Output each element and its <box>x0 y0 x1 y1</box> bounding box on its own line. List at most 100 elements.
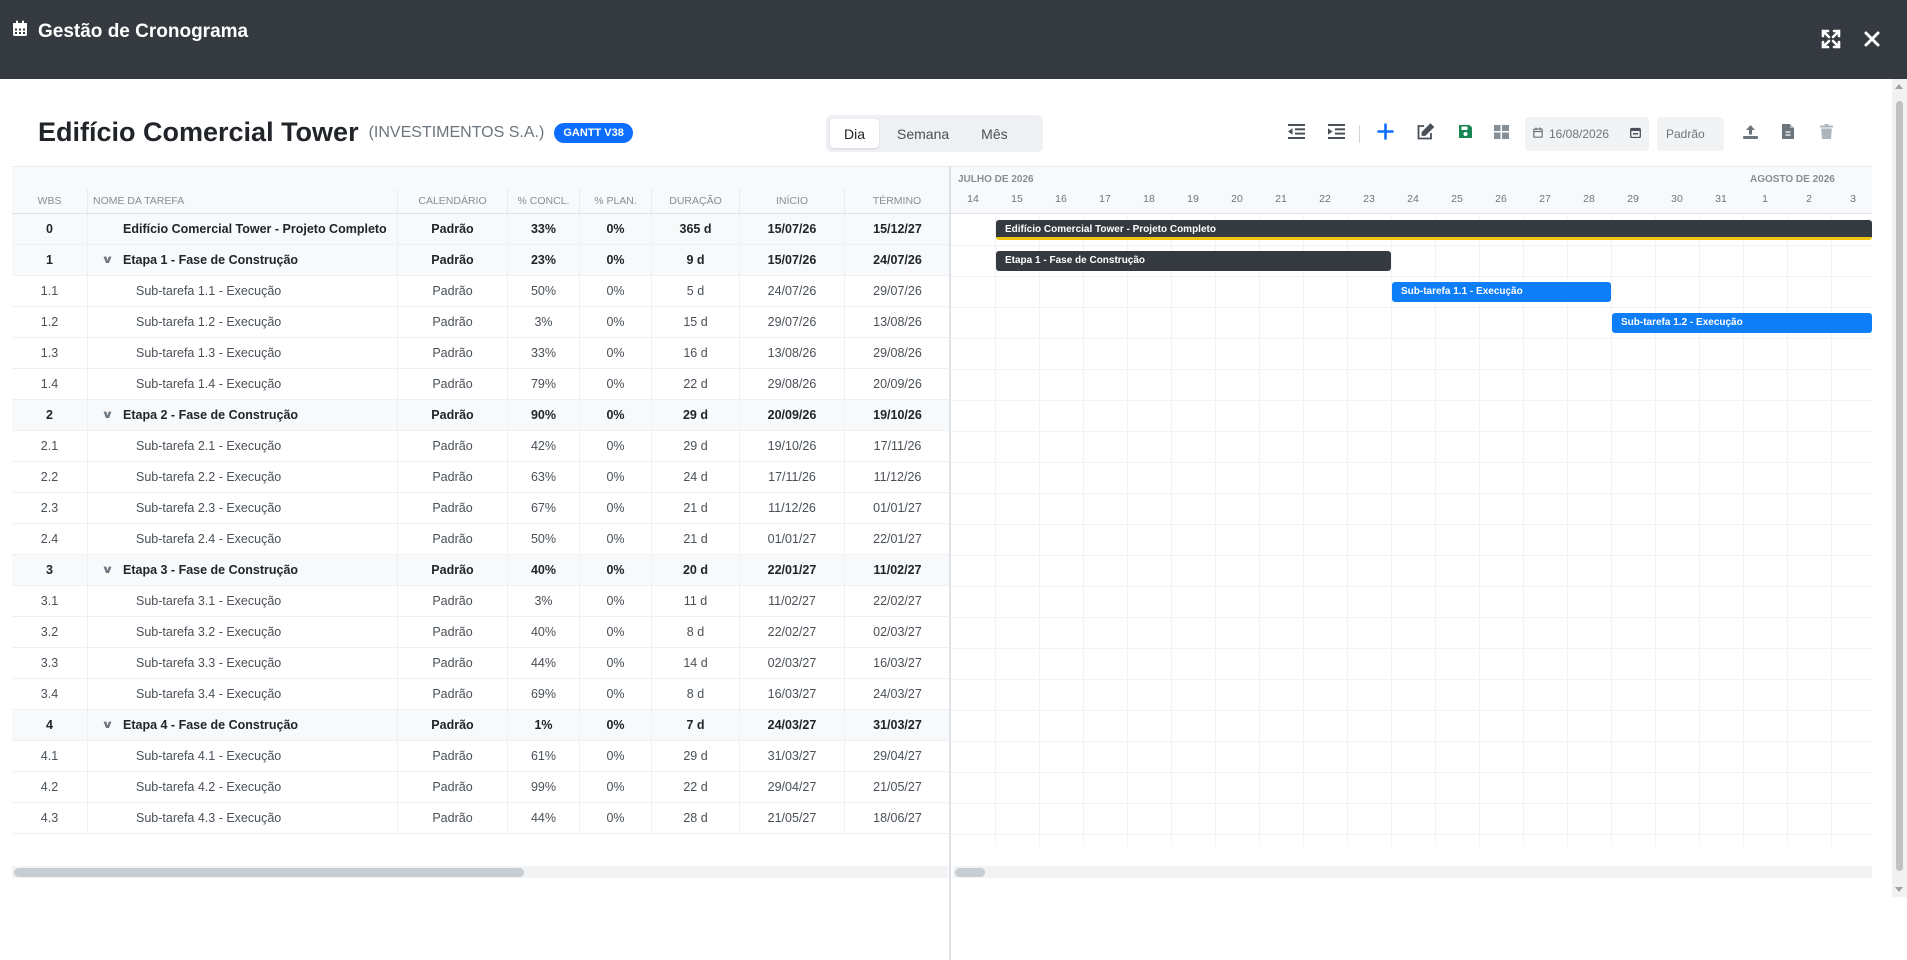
col-header-calendar[interactable]: CALENDÁRIO <box>398 189 508 213</box>
chevron-down-icon[interactable]: ∨ <box>101 245 114 275</box>
chevron-down-icon[interactable]: ∨ <box>101 400 114 430</box>
task-name: Sub-tarefa 3.3 - Execução <box>136 656 282 670</box>
task-name: Sub-tarefa 2.4 - Execução <box>136 532 282 546</box>
delete-button[interactable] <box>1810 116 1842 152</box>
cell-plan: 0% <box>580 214 652 244</box>
col-header-start[interactable]: INÍCIO <box>740 189 845 213</box>
expand-icon[interactable] <box>1820 28 1844 52</box>
col-header-pct[interactable]: % CONCL. <box>508 189 580 213</box>
phase-row[interactable]: 2 ∨ Etapa 2 - Fase de Construção Padrão 90% 0… <box>12 400 950 431</box>
cell-duration: 24 d <box>652 462 740 492</box>
table-row[interactable]: 3.4 Sub-tarefa 3.4 - Execução Padrão 69% 0% 8… <box>12 679 950 710</box>
gantt-scroll-thumb[interactable] <box>955 868 985 877</box>
chevron-down-icon[interactable]: ∨ <box>101 710 114 740</box>
grid-horizontal-scrollbar[interactable] <box>12 866 948 878</box>
calendar-select[interactable]: Padrão <box>1657 117 1724 151</box>
date-picker-icon[interactable] <box>1630 127 1641 141</box>
tab-mes[interactable]: Mês <box>967 119 1021 148</box>
gantt-horizontal-scrollbar[interactable] <box>953 866 1872 878</box>
phase-row[interactable]: 1 ∨ Etapa 1 - Fase de Construção Padrão 23% 0… <box>12 245 950 276</box>
cell-pct: 40% <box>508 617 580 647</box>
table-row[interactable]: 4.2 Sub-tarefa 4.2 - Execução Padrão 99% 0% 2… <box>12 772 950 803</box>
day-label: 20 <box>1231 193 1243 205</box>
day-gridline <box>1567 214 1568 846</box>
project-row[interactable]: 0 Edifício Comercial Tower - Projeto Comp… <box>12 214 950 245</box>
table-row[interactable]: 4.3 Sub-tarefa 4.3 - Execução Padrão 44% 0% 2… <box>12 803 950 834</box>
day-gridline <box>995 214 996 846</box>
layout-button[interactable] <box>1485 116 1517 152</box>
indent-button[interactable] <box>1320 116 1352 152</box>
phase-row[interactable]: 4 ∨ Etapa 4 - Fase de Construção Padrão 1% 0%… <box>12 710 950 741</box>
cell-calendar: Padrão <box>398 741 508 771</box>
tab-dia[interactable]: Dia <box>830 119 880 148</box>
table-row[interactable]: 3.3 Sub-tarefa 3.3 - Execução Padrão 44% 0% 1… <box>12 648 950 679</box>
col-header-end[interactable]: TÉRMINO <box>845 189 950 213</box>
close-icon[interactable] <box>1861 28 1885 52</box>
table-row[interactable]: 1.3 Sub-tarefa 1.3 - Execução Padrão 33% 0% 1… <box>12 338 950 369</box>
cell-calendar: Padrão <box>398 772 508 802</box>
project-client: (INVESTIMENTOS S.A.) <box>368 123 545 141</box>
cell-duration: 8 d <box>652 679 740 709</box>
cell-duration: 22 d <box>652 772 740 802</box>
table-row[interactable]: 4.1 Sub-tarefa 4.1 - Execução Padrão 61% 0% 2… <box>12 741 950 772</box>
save-icon <box>1458 124 1473 144</box>
cell-pct: 50% <box>508 524 580 554</box>
col-header-wbs[interactable]: WBS <box>12 189 88 213</box>
table-row[interactable]: 2.1 Sub-tarefa 2.1 - Execução Padrão 42% 0% 2… <box>12 431 950 462</box>
task-name: Sub-tarefa 3.4 - Execução <box>136 687 282 701</box>
cell-wbs: 3.3 <box>12 648 88 678</box>
cell-pct: 44% <box>508 648 580 678</box>
cell-start: 22/02/27 <box>740 617 845 647</box>
table-row[interactable]: 1.2 Sub-tarefa 1.2 - Execução Padrão 3% 0% 15… <box>12 307 950 338</box>
row-gridline <box>951 741 1872 742</box>
edit-task-button[interactable] <box>1409 116 1441 152</box>
cell-start: 17/11/26 <box>740 462 845 492</box>
table-row[interactable]: 1.1 Sub-tarefa 1.1 - Execução Padrão 50% 0% 5… <box>12 276 950 307</box>
cell-end: 31/03/27 <box>873 718 922 732</box>
plus-icon <box>1376 123 1394 145</box>
col-header-name[interactable]: NOME DA TAREFA <box>88 189 398 213</box>
phase-row[interactable]: 3 ∨ Etapa 3 - Fase de Construção Padrão 40% 0… <box>12 555 950 586</box>
cell-duration: 8 d <box>652 617 740 647</box>
cell-end: 29/04/27 <box>873 749 922 763</box>
day-gridline <box>1611 214 1612 846</box>
table-row[interactable]: 2.4 Sub-tarefa 2.4 - Execução Padrão 50% 0% 2… <box>12 524 950 555</box>
export-button[interactable] <box>1734 116 1766 152</box>
table-row[interactable]: 2.2 Sub-tarefa 2.2 - Execução Padrão 63% 0% 2… <box>12 462 950 493</box>
version-badge: GANTT V38 <box>554 122 633 143</box>
cell-calendar: Padrão <box>398 803 508 833</box>
tab-semana[interactable]: Semana <box>883 119 963 148</box>
day-gridline <box>1699 214 1700 846</box>
summary-bar[interactable]: Etapa 1 - Fase de Construção <box>996 251 1391 271</box>
cell-name: Sub-tarefa 3.4 - Execução <box>88 679 398 709</box>
save-button[interactable] <box>1449 116 1481 152</box>
cell-calendar: Padrão <box>398 524 508 554</box>
col-header-duration[interactable]: DURAÇÃO <box>652 189 740 213</box>
task-bar[interactable]: Sub-tarefa 1.2 - Execução <box>1612 313 1872 333</box>
task-name: Sub-tarefa 1.4 - Execução <box>136 377 282 391</box>
cell-calendar: Padrão <box>398 431 508 461</box>
summary-bar[interactable]: Edifício Comercial Tower - Projeto Compl… <box>996 220 1872 240</box>
vertical-scroll-thumb[interactable] <box>1896 101 1903 871</box>
chevron-down-icon[interactable]: ∨ <box>101 555 114 585</box>
vertical-scrollbar[interactable] <box>1892 79 1907 897</box>
cell-start: 15/07/26 <box>740 245 845 275</box>
col-header-plan[interactable]: % PLAN. <box>580 189 652 213</box>
cell-start: 11/12/26 <box>740 493 845 523</box>
grid-scroll-thumb[interactable] <box>14 868 524 877</box>
table-row[interactable]: 3.1 Sub-tarefa 3.1 - Execução Padrão 3% 0% 11… <box>12 586 950 617</box>
project-header: Edifício Comercial Tower (INVESTIMENTOS … <box>38 117 633 148</box>
table-row[interactable]: 1.4 Sub-tarefa 1.4 - Execução Padrão 79% 0% 2… <box>12 369 950 400</box>
add-task-button[interactable] <box>1369 116 1401 152</box>
scroll-down-icon[interactable] <box>1895 887 1903 892</box>
cell-name: Sub-tarefa 4.1 - Execução <box>88 741 398 771</box>
cell-plan: 0% <box>580 803 652 833</box>
table-row[interactable]: 2.3 Sub-tarefa 2.3 - Execução Padrão 67% 0% 2… <box>12 493 950 524</box>
table-row[interactable]: 3.2 Sub-tarefa 3.2 - Execução Padrão 40% 0% 8… <box>12 617 950 648</box>
status-date-field[interactable]: 16/08/2026 <box>1525 117 1649 151</box>
scroll-up-icon[interactable] <box>1895 84 1903 89</box>
outdent-button[interactable] <box>1280 116 1312 152</box>
task-bar[interactable]: Sub-tarefa 1.1 - Execução <box>1392 282 1611 302</box>
cell-start: 01/01/27 <box>740 524 845 554</box>
file-button[interactable] <box>1772 116 1804 152</box>
